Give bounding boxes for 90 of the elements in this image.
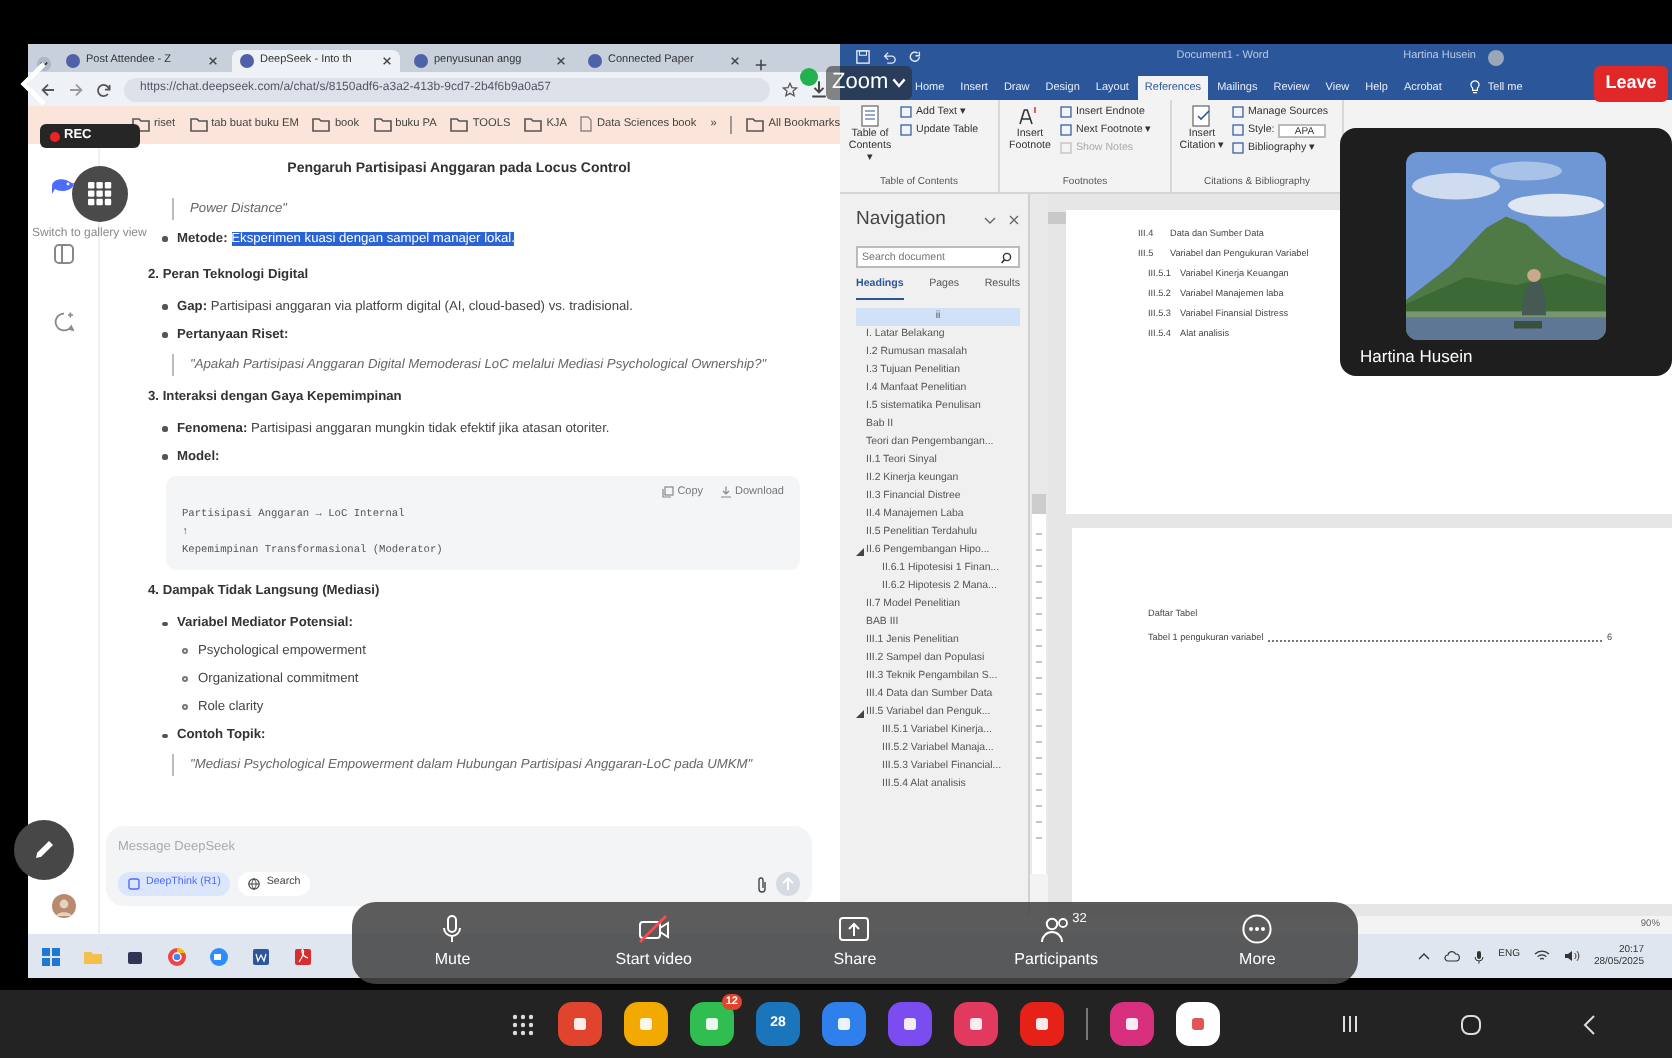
app-drawer-icon[interactable] — [510, 1011, 536, 1037]
bullet-icon — [182, 704, 188, 711]
folder-icon — [373, 116, 392, 133]
browser-icon[interactable] — [166, 945, 188, 967]
annotate-button[interactable] — [14, 820, 74, 880]
star-icon[interactable] — [782, 81, 798, 97]
toolbar-button[interactable]: Start video — [573, 914, 734, 972]
microphone-icon[interactable] — [1474, 949, 1485, 963]
page-icon — [580, 116, 593, 133]
meeting-menu-button[interactable]: Zoom — [826, 66, 913, 99]
search-icon — [1000, 251, 1014, 264]
home-icon[interactable] — [1460, 1013, 1482, 1035]
bullet-icon — [182, 676, 188, 683]
bullet-icon — [162, 426, 167, 432]
bullet-icon — [162, 733, 167, 738]
favicon-icon — [66, 54, 80, 68]
folder-icon — [189, 116, 208, 133]
windows-icon[interactable] — [40, 945, 62, 967]
more-icon — [1242, 914, 1273, 944]
recents-icon[interactable] — [1340, 1014, 1360, 1034]
save-icon[interactable] — [856, 50, 870, 64]
globe-icon — [248, 878, 261, 890]
bullet-icon — [162, 304, 167, 310]
security-icon — [800, 68, 818, 86]
toolbar-button[interactable]: Mute — [372, 914, 533, 972]
undo-icon[interactable] — [882, 50, 896, 64]
cloud-icon[interactable] — [1444, 950, 1461, 962]
share-icon — [838, 914, 871, 944]
toolbar-button[interactable]: Share — [774, 914, 935, 972]
bullet-icon — [162, 236, 167, 242]
app-icon[interactable] — [888, 1002, 932, 1046]
folder-icon — [450, 116, 469, 133]
bullet-icon — [182, 648, 188, 655]
favicon-icon — [414, 54, 428, 68]
avatar-icon[interactable] — [51, 894, 75, 918]
redo-icon[interactable] — [908, 50, 922, 64]
footnote-icon — [1018, 104, 1042, 128]
caret-icon — [892, 77, 907, 88]
close-icon[interactable] — [382, 56, 392, 66]
app-icon[interactable] — [1110, 1002, 1154, 1046]
video-app-icon[interactable] — [208, 945, 230, 967]
pencil-icon — [32, 838, 56, 862]
chevron-down-icon[interactable] — [984, 215, 996, 226]
download-icon — [719, 485, 732, 498]
speaker-icon[interactable] — [1563, 950, 1580, 962]
tab-search-icon[interactable] — [36, 56, 52, 72]
close-icon[interactable] — [556, 56, 566, 66]
record-dot-icon — [50, 131, 60, 141]
favicon-icon — [588, 54, 602, 68]
participant-name: Hartina Husein — [1360, 348, 1473, 366]
bullet-icon — [162, 621, 167, 626]
back-icon[interactable] — [40, 81, 56, 97]
app-icon[interactable] — [1176, 1002, 1220, 1046]
document-app-icon[interactable] — [250, 945, 272, 967]
app-icon[interactable] — [954, 1002, 998, 1046]
folder-icon — [524, 116, 543, 133]
people-icon — [1040, 914, 1073, 944]
avatar-icon[interactable] — [1488, 49, 1504, 65]
leave-button[interactable]: Leave — [1594, 66, 1668, 102]
close-icon[interactable] — [208, 56, 218, 66]
expanded-icon[interactable] — [856, 548, 864, 557]
wifi-icon[interactable] — [1533, 950, 1550, 962]
grid-icon — [88, 182, 112, 206]
expanded-icon[interactable] — [856, 710, 864, 719]
app-icon[interactable] — [624, 1002, 668, 1046]
pdf-app-icon[interactable] — [292, 945, 314, 967]
toolbar-button[interactable]: More — [1177, 914, 1338, 972]
app-icon[interactable] — [1020, 1002, 1064, 1046]
video-off-icon — [637, 914, 670, 944]
pane-title: Navigation — [856, 206, 948, 234]
close-icon[interactable] — [730, 56, 740, 66]
app-icon[interactable] — [822, 1002, 866, 1046]
microphone-icon — [442, 914, 463, 944]
copy-icon — [661, 485, 674, 498]
reload-icon[interactable] — [96, 81, 112, 97]
folder-icon — [746, 116, 765, 133]
bullet-icon — [162, 332, 167, 338]
new-chat-icon[interactable] — [53, 312, 73, 332]
app-icon[interactable] — [558, 1002, 602, 1046]
sidebar-icon[interactable] — [53, 244, 73, 264]
lightbulb-icon — [1469, 80, 1480, 95]
chevron-up-icon[interactable] — [1418, 952, 1431, 960]
folder-icon — [312, 116, 331, 133]
download-icon[interactable] — [810, 80, 828, 98]
paperclip-icon[interactable] — [756, 875, 768, 893]
favicon-icon — [240, 54, 254, 68]
whale-icon[interactable] — [50, 176, 76, 196]
bullet-icon — [162, 454, 167, 460]
plus-icon[interactable] — [754, 58, 768, 72]
close-icon[interactable] — [1008, 214, 1020, 227]
